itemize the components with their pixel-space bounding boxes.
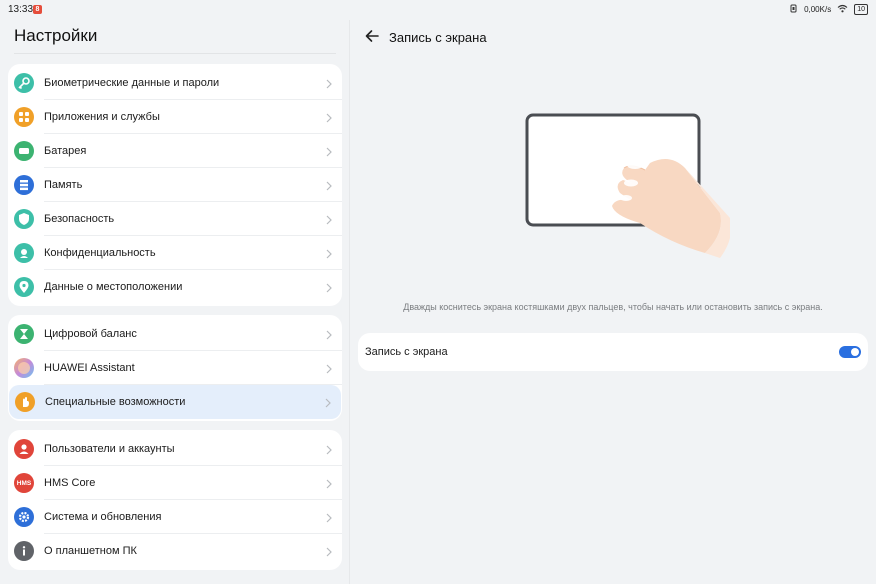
settings-group-3: Пользователи и аккаунты HMS HMS Core Систем… xyxy=(8,430,342,570)
hand-icon xyxy=(15,392,35,412)
settings-item-key[interactable]: Биометрические данные и пароли xyxy=(8,66,342,100)
network-speed: 0,00K/s xyxy=(804,5,832,14)
apps-icon xyxy=(14,107,34,127)
settings-item-gear[interactable]: Система и обновления xyxy=(8,500,342,534)
chevron-right-icon xyxy=(324,145,334,157)
toggle-knob xyxy=(851,348,859,356)
detail-title: Запись с экрана xyxy=(389,30,487,45)
description-text: Дважды коснитесь экрана костяшками двух … xyxy=(403,302,823,312)
settings-item-label: Система и обновления xyxy=(44,511,162,523)
settings-item-label: Специальные возможности xyxy=(45,396,186,408)
screen-record-label: Запись с экрана xyxy=(365,346,448,358)
screen-record-toggle[interactable] xyxy=(839,346,861,358)
chevron-right-icon xyxy=(324,247,334,259)
chevron-right-icon xyxy=(324,281,334,293)
key-icon xyxy=(14,73,34,93)
settings-item-label: О планшетном ПК xyxy=(44,545,137,557)
status-indicators: 0,00K/s 10 xyxy=(789,4,868,15)
knuckle-gesture-illustration xyxy=(520,108,732,268)
settings-item-location[interactable]: Данные о местоположении xyxy=(8,270,342,304)
settings-item-hourglass[interactable]: Цифровой баланс xyxy=(8,317,342,351)
chevron-right-icon xyxy=(324,179,334,191)
settings-item-label: Память xyxy=(44,179,83,191)
storage-icon xyxy=(14,175,34,195)
title-divider xyxy=(14,53,336,54)
settings-item-label: HMS Core xyxy=(44,477,96,489)
settings-item-assistant[interactable]: HUAWEI Assistant xyxy=(8,351,342,385)
settings-item-label: Конфиденциальность xyxy=(44,247,156,259)
settings-item-label: Данные о местоположении xyxy=(44,281,183,293)
settings-item-label: Безопасность xyxy=(44,213,115,225)
chevron-right-icon xyxy=(324,213,334,225)
chevron-right-icon xyxy=(324,111,334,123)
status-time: 13:33 xyxy=(8,4,34,15)
chevron-right-icon xyxy=(324,328,334,340)
gear-icon xyxy=(14,507,34,527)
settings-group-1: Биометрические данные и пароли Приложения… xyxy=(8,64,342,306)
chevron-right-icon xyxy=(324,362,334,374)
notification-badge: 8 xyxy=(33,5,42,14)
privacy-icon xyxy=(14,243,34,263)
settings-title: Настройки xyxy=(14,26,98,45)
status-bar: 13:33 8 0,00K/s 10 xyxy=(0,0,876,20)
location-icon xyxy=(14,277,34,297)
hourglass-icon xyxy=(14,324,34,344)
settings-item-label: Приложения и службы xyxy=(44,111,160,123)
chevron-right-icon xyxy=(324,443,334,455)
vibrate-icon xyxy=(789,4,798,15)
chevron-right-icon xyxy=(324,477,334,489)
wifi-icon xyxy=(837,4,848,15)
pane-divider xyxy=(349,20,350,584)
settings-item-label: HUAWEI Assistant xyxy=(44,362,135,374)
settings-item-label: Батарея xyxy=(44,145,87,157)
battery-icon xyxy=(14,141,34,161)
settings-item-shield[interactable]: Безопасность xyxy=(8,202,342,236)
settings-group-2: Цифровой баланс HUAWEI Assistant Специальн… xyxy=(8,315,342,421)
settings-item-hms[interactable]: HMS HMS Core xyxy=(8,466,342,500)
shield-icon xyxy=(14,209,34,229)
info-icon xyxy=(14,541,34,561)
settings-item-privacy[interactable]: Конфиденциальность xyxy=(8,236,342,270)
screen-record-card: Запись с экрана xyxy=(358,333,868,371)
settings-item-label: Пользователи и аккаунты xyxy=(44,443,175,455)
chevron-right-icon xyxy=(324,545,334,557)
settings-item-label: Биометрические данные и пароли xyxy=(44,77,220,89)
user-icon xyxy=(14,439,34,459)
settings-item-hand[interactable]: Специальные возможности xyxy=(9,385,341,419)
settings-item-battery[interactable]: Батарея xyxy=(8,134,342,168)
chevron-right-icon xyxy=(323,396,333,408)
hms-icon: HMS xyxy=(14,473,34,493)
assistant-icon xyxy=(14,358,34,378)
settings-item-label: Цифровой баланс xyxy=(44,328,137,340)
chevron-right-icon xyxy=(324,77,334,89)
chevron-right-icon xyxy=(324,511,334,523)
settings-item-info[interactable]: О планшетном ПК xyxy=(8,534,342,568)
settings-item-storage[interactable]: Память xyxy=(8,168,342,202)
settings-item-user[interactable]: Пользователи и аккаунты xyxy=(8,432,342,466)
settings-item-apps[interactable]: Приложения и службы xyxy=(8,100,342,134)
hms-icon-text: HMS xyxy=(16,479,32,487)
back-arrow-icon[interactable] xyxy=(364,28,380,44)
battery-indicator: 10 xyxy=(854,4,868,15)
